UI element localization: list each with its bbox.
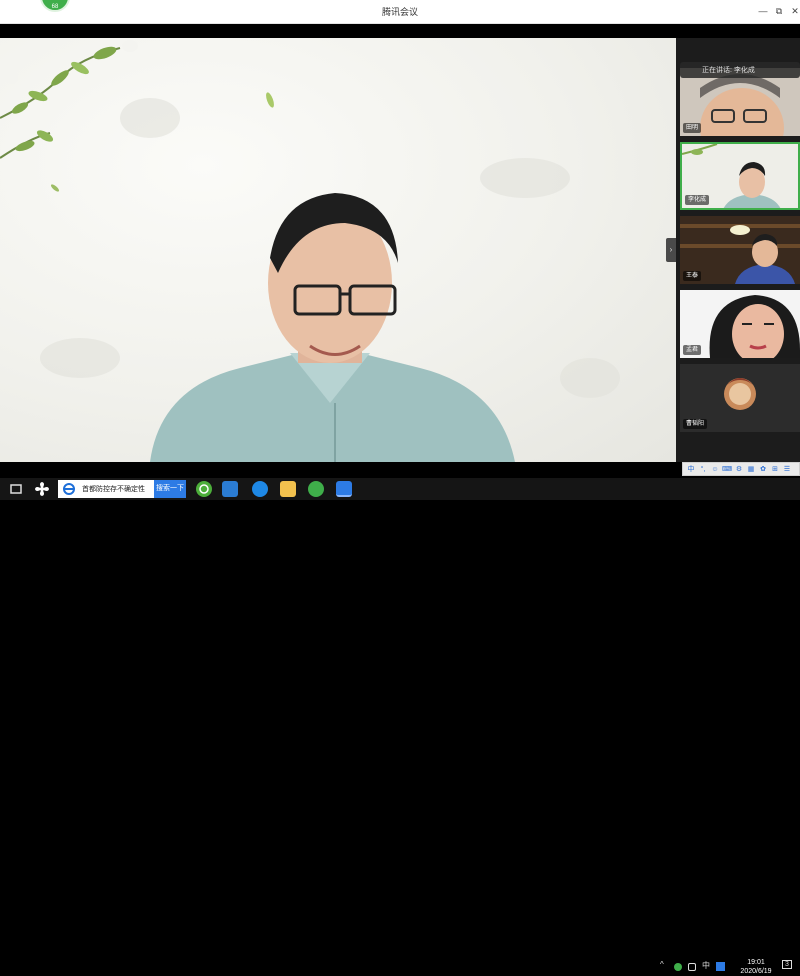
participant-name: 王泰 bbox=[683, 271, 702, 281]
participant-panel: 田明 正在讲话: 李化成 李化成 王泰 孟君 曹韬阳 bbox=[676, 38, 800, 462]
ime-keyboard-icon[interactable]: ⌨ bbox=[722, 465, 732, 473]
taskbar-search[interactable]: 首都防控存不确定性 搜索一下 bbox=[58, 480, 186, 498]
ime-emoji-icon[interactable]: ☺ bbox=[710, 466, 720, 473]
clock[interactable]: 19:01 2020/6/19 bbox=[734, 958, 778, 976]
wps-app-icon[interactable] bbox=[222, 481, 238, 497]
k-app-icon[interactable] bbox=[252, 481, 268, 497]
participant-tile-avatar[interactable]: 曹韬阳 bbox=[680, 364, 800, 432]
network-icon[interactable] bbox=[688, 963, 696, 971]
file-explorer-icon[interactable] bbox=[280, 481, 296, 497]
maximize-button[interactable]: ⧉ bbox=[772, 4, 786, 18]
speaking-indicator: 正在讲话: 李化成 bbox=[680, 62, 800, 78]
main-video[interactable] bbox=[0, 38, 676, 462]
meeting-tray-icon[interactable] bbox=[716, 962, 725, 971]
ie-icon bbox=[63, 483, 75, 495]
search-button[interactable]: 搜索一下 bbox=[154, 480, 186, 498]
ime-lang-icon[interactable]: 中 bbox=[686, 464, 696, 474]
clock-date: 2020/6/19 bbox=[740, 968, 772, 975]
participant-name: 曹韬阳 bbox=[683, 419, 708, 429]
participant-name: 李化成 bbox=[685, 195, 710, 205]
fan-app-icon[interactable] bbox=[34, 481, 50, 497]
ime-menu-icon[interactable]: ☰ bbox=[782, 465, 792, 473]
window-title: 腾讯会议 bbox=[381, 7, 418, 17]
title-bar: 68 腾讯会议 — ⧉ ✕ bbox=[0, 0, 800, 24]
clock-time: 19:01 bbox=[747, 959, 765, 966]
ime-settings-icon[interactable]: ⚙ bbox=[734, 465, 744, 473]
close-button[interactable]: ✕ bbox=[788, 4, 800, 18]
main-speaker-video bbox=[150, 193, 515, 462]
participant-tile-active[interactable]: 李化成 bbox=[680, 142, 800, 210]
ime-toolbox-icon[interactable]: ⊞ bbox=[770, 465, 780, 473]
ime-grid-icon[interactable]: ▦ bbox=[746, 465, 756, 473]
participant-name: 孟君 bbox=[683, 345, 702, 355]
notifications-icon[interactable]: 3 bbox=[782, 960, 792, 969]
browser-app-icon[interactable] bbox=[196, 481, 212, 497]
speaking-label: 正在讲话: 李化成 bbox=[702, 67, 755, 74]
tray-overflow-icon[interactable]: ^ bbox=[660, 960, 664, 969]
participant-tile[interactable]: 孟君 bbox=[680, 290, 800, 358]
search-input[interactable]: 首都防控存不确定性 bbox=[82, 484, 145, 494]
leaf-decoration-icon bbox=[0, 40, 138, 192]
ime-toolbar[interactable]: 中 °, ☺ ⌨ ⚙ ▦ ✿ ⊞ ☰ bbox=[682, 462, 800, 476]
task-view-icon[interactable] bbox=[8, 481, 24, 497]
falling-leaf-icon bbox=[266, 92, 274, 108]
ime-tray-label[interactable]: 中 bbox=[702, 960, 710, 971]
participant-tile[interactable]: 王泰 bbox=[680, 216, 800, 284]
minimize-button[interactable]: — bbox=[756, 4, 770, 18]
wechat-icon[interactable] bbox=[308, 481, 324, 497]
panel-collapse-button[interactable]: › bbox=[666, 238, 676, 262]
ime-skin-icon[interactable]: ✿ bbox=[758, 465, 768, 473]
tencent-meeting-icon[interactable] bbox=[336, 481, 352, 497]
participant-tile[interactable]: 田明 bbox=[680, 68, 800, 136]
wechat-tray-icon[interactable] bbox=[674, 963, 682, 971]
participant-name: 田明 bbox=[683, 123, 702, 133]
ime-punct-icon[interactable]: °, bbox=[698, 466, 708, 473]
